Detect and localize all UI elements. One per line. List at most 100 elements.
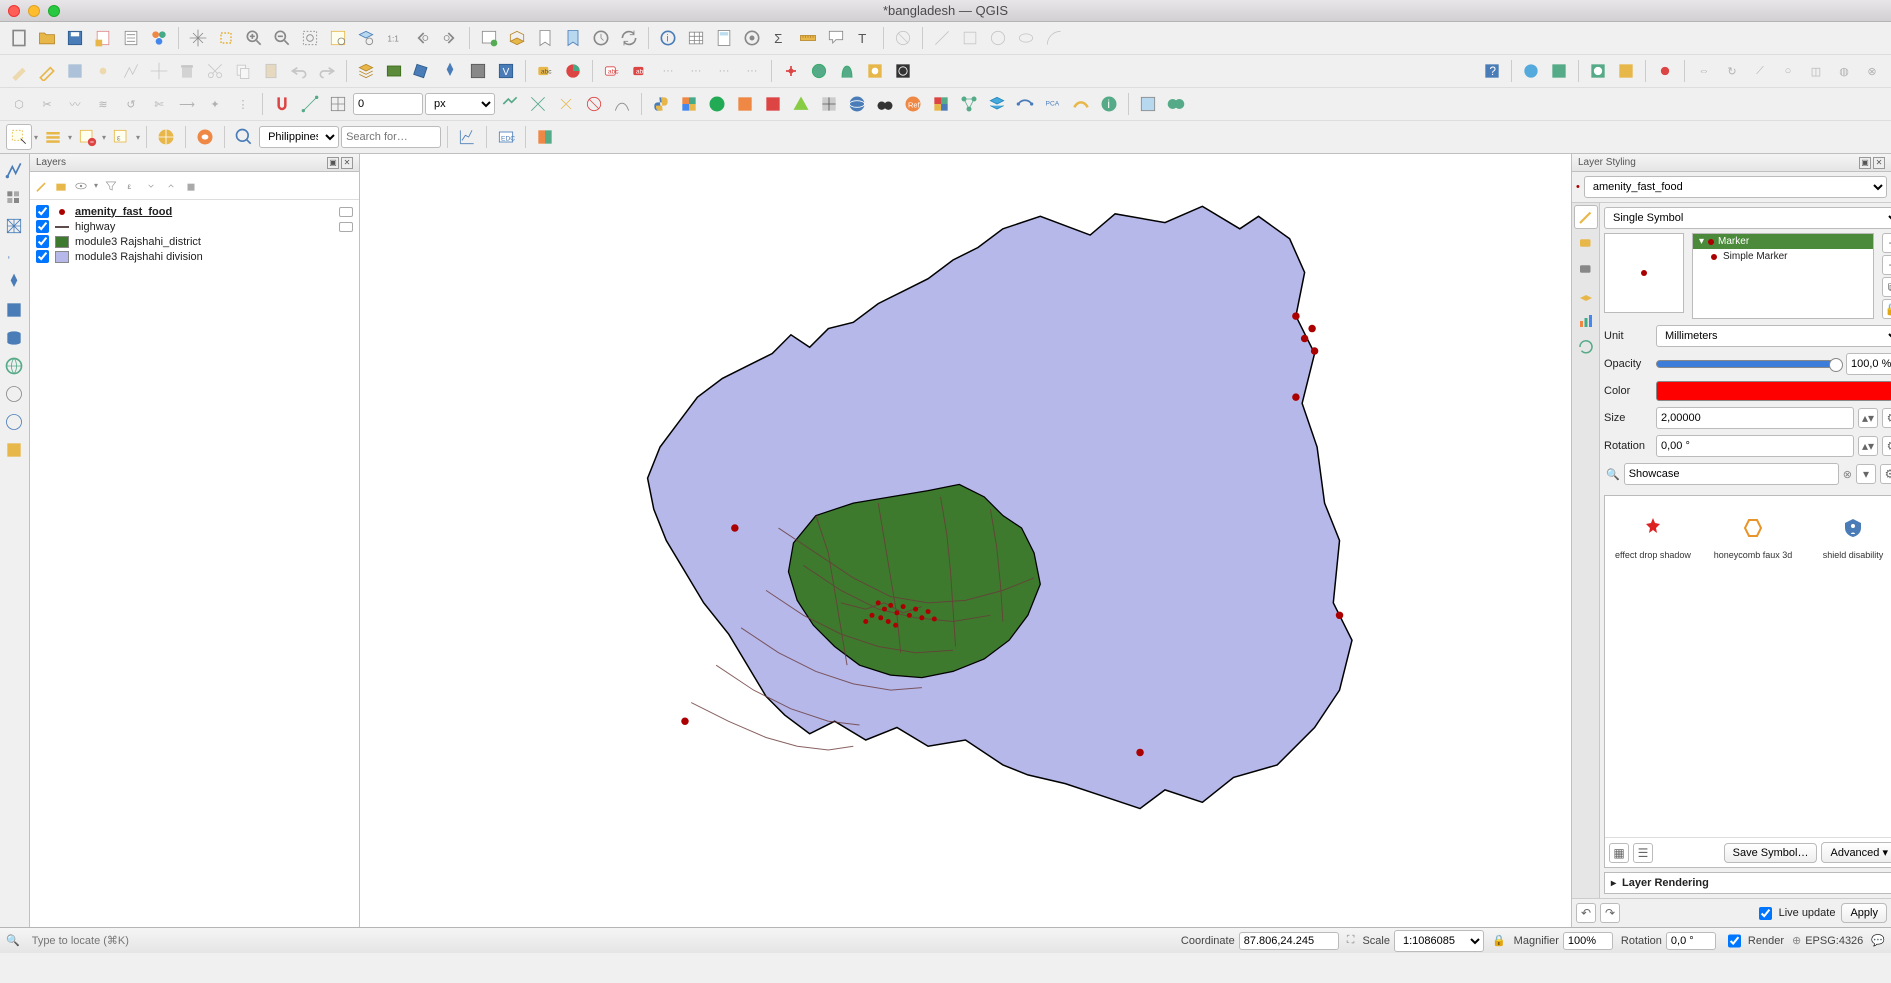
layer-expr-button[interactable]: ε (124, 179, 138, 193)
zoom-full-button[interactable] (297, 25, 323, 51)
label-diagram-button[interactable] (560, 58, 586, 84)
symbology-tab[interactable] (1574, 205, 1598, 229)
advanced-button[interactable]: Advanced ▾ (1821, 842, 1891, 863)
no-action-button[interactable] (890, 25, 916, 51)
new-shapefile-button[interactable] (409, 58, 435, 84)
adv-offset-button[interactable]: ≋ (90, 91, 116, 117)
adv-delring-button[interactable]: ⊗ (1859, 58, 1885, 84)
copy-button[interactable] (230, 58, 256, 84)
new-project-button[interactable] (6, 25, 32, 51)
plugin4-button[interactable] (788, 91, 814, 117)
info-button[interactable]: i (1096, 91, 1122, 117)
snap-intersection-button[interactable] (525, 91, 551, 117)
statistics-button[interactable]: Σ (767, 25, 793, 51)
view-icons-button[interactable]: ▦ (1609, 843, 1629, 863)
tiles-button[interactable] (984, 91, 1010, 117)
draw-line-button[interactable] (929, 25, 955, 51)
layer-rendering-section[interactable]: Layer Rendering (1604, 872, 1891, 894)
lat-lon-tools-button[interactable] (816, 91, 842, 117)
size-override-button[interactable]: ⚙ (1882, 408, 1891, 428)
networks-button[interactable] (956, 91, 982, 117)
remove-symbol-layer-button[interactable]: − (1882, 255, 1891, 275)
draw-circle-button[interactable] (985, 25, 1011, 51)
qms-add-button[interactable] (1546, 58, 1572, 84)
label-change-button[interactable]: ··· (739, 58, 765, 84)
snap-selfsnap-button[interactable] (553, 91, 579, 117)
labels-tab[interactable] (1574, 231, 1598, 255)
srtm-button[interactable] (1652, 58, 1678, 84)
add-xyz-button[interactable] (2, 438, 26, 462)
3d-tab[interactable] (1574, 283, 1598, 307)
new-print-layout-button[interactable] (90, 25, 116, 51)
draw-arc-button[interactable] (1041, 25, 1067, 51)
adv-reshape-button[interactable]: 〰 (62, 91, 88, 117)
snap-tracing-button[interactable] (609, 91, 635, 117)
style-redo-button[interactable]: ↷ (1600, 903, 1620, 923)
binoculars-button[interactable] (872, 91, 898, 117)
select-button[interactable] (6, 124, 32, 150)
cut-button[interactable] (202, 58, 228, 84)
layers-undock-button[interactable]: ▣ (327, 157, 339, 169)
style-undo-button[interactable]: ↶ (1576, 903, 1596, 923)
adv-vertex-button[interactable]: ⋮ (230, 91, 256, 117)
clear-search-button[interactable]: ⊗ (1843, 468, 1852, 481)
grass-button[interactable] (834, 58, 860, 84)
add-wcs-button[interactable] (2, 382, 26, 406)
opacity-slider[interactable] (1656, 360, 1842, 368)
style-settings-button[interactable]: ⚙ (1880, 464, 1891, 484)
layers-close-button[interactable]: ✕ (341, 157, 353, 169)
label-rotate-button[interactable]: ··· (711, 58, 737, 84)
save-edits-button[interactable] (62, 58, 88, 84)
layer-checkbox[interactable] (36, 235, 49, 248)
layer-style-button[interactable] (34, 179, 48, 193)
label-highlight-button[interactable]: abc (599, 58, 625, 84)
rotation-input[interactable] (1656, 435, 1854, 457)
view-list-button[interactable]: ☰ (1633, 843, 1653, 863)
showcase-item[interactable]: effect drop shadow (1613, 516, 1693, 560)
snap-avoid-button[interactable] (581, 91, 607, 117)
add-postgis-button[interactable] (2, 326, 26, 350)
add-csv-button[interactable]: , (2, 242, 26, 266)
apply-button[interactable]: Apply (1841, 903, 1887, 923)
move-feature-button[interactable] (146, 58, 172, 84)
paste-button[interactable] (258, 58, 284, 84)
help-button[interactable]: ? (1479, 58, 1505, 84)
masks-tab[interactable] (1574, 257, 1598, 281)
redo-button[interactable] (314, 58, 340, 84)
layer-checkbox[interactable] (36, 205, 49, 218)
lock-icon[interactable]: 🔒 (1492, 934, 1506, 947)
annotation-button[interactable]: T (851, 25, 877, 51)
georef-button[interactable] (862, 58, 888, 84)
snap-unit-select[interactable]: px (425, 93, 495, 115)
new-3d-view-button[interactable] (504, 25, 530, 51)
open-project-button[interactable] (34, 25, 60, 51)
save-symbol-button[interactable]: Save Symbol… (1724, 843, 1818, 863)
layout-manager-button[interactable] (118, 25, 144, 51)
scp-button[interactable] (1613, 58, 1639, 84)
scale-select[interactable]: 1:1086085 (1394, 930, 1484, 952)
diagrams-tab[interactable] (1574, 309, 1598, 333)
renderer-select[interactable]: Single Symbol (1604, 207, 1891, 229)
adv-trim-button[interactable]: ✄ (146, 91, 172, 117)
snap-grid-button[interactable] (325, 91, 351, 117)
add-mesh-button[interactable] (2, 214, 26, 238)
snap-type-button[interactable] (297, 91, 323, 117)
showcase-item[interactable]: shield disability (1813, 516, 1891, 560)
add-virtual-button[interactable] (2, 298, 26, 322)
layer-checkbox[interactable] (36, 220, 49, 233)
mergin-button[interactable] (928, 91, 954, 117)
zoom-out-button[interactable] (269, 25, 295, 51)
layer-item[interactable]: highway (34, 219, 355, 234)
attribute-table-button[interactable] (683, 25, 709, 51)
new-map-view-button[interactable] (476, 25, 502, 51)
globe-button[interactable] (844, 91, 870, 117)
zoom-next-button[interactable] (437, 25, 463, 51)
close-window-button[interactable] (8, 5, 20, 17)
style-undock-button[interactable]: ▣ (1859, 157, 1871, 169)
go-mask-button[interactable] (1163, 91, 1189, 117)
style-manager-button[interactable] (146, 25, 172, 51)
draw-poly-button[interactable] (957, 25, 983, 51)
live-update-checkbox[interactable] (1759, 907, 1772, 920)
toolbox-button[interactable] (739, 25, 765, 51)
pca-button[interactable]: PCA (1040, 91, 1066, 117)
